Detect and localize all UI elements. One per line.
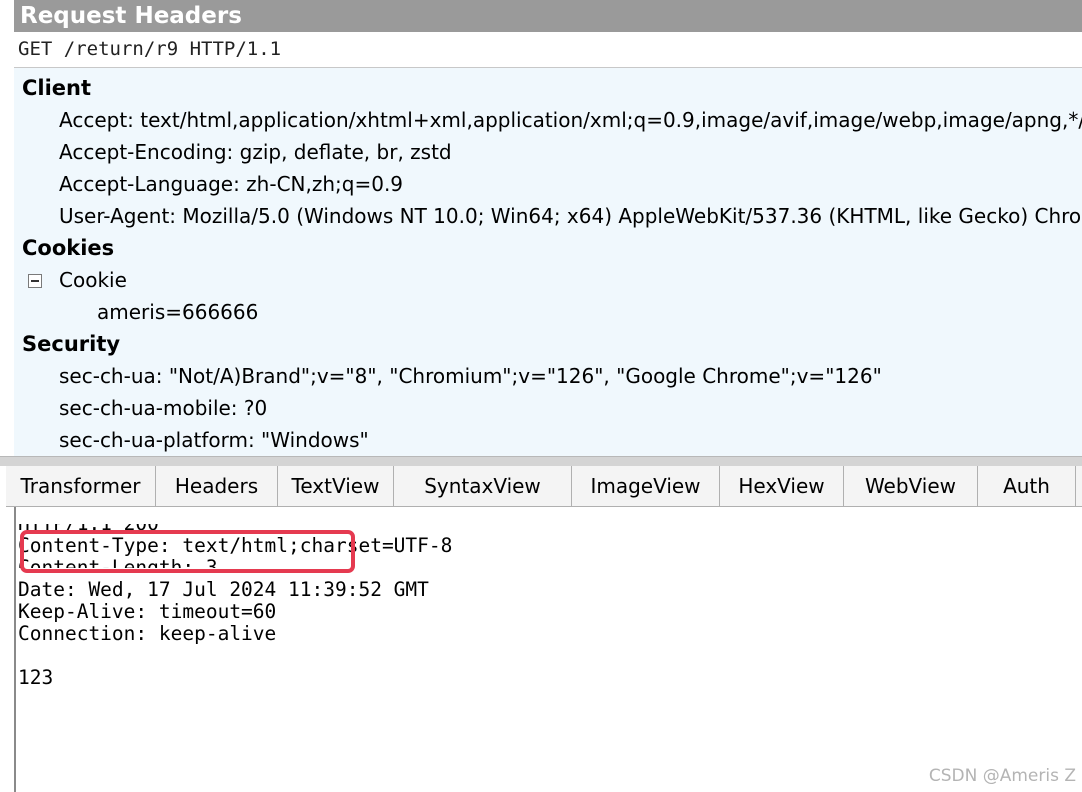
header-accept[interactable]: Accept: text/html,application/xhtml+xml,…	[59, 104, 1082, 136]
clipped-line-mask	[16, 513, 276, 524]
section-cookies[interactable]: Cookies	[22, 232, 114, 264]
request-headers-title: Request Headers	[14, 0, 1082, 32]
cookie-value[interactable]: ameris=666666	[97, 296, 258, 328]
response-connection: Connection: keep-alive	[18, 622, 277, 645]
response-date: Date: Wed, 17 Jul 2024 11:39:52 GMT	[18, 578, 429, 601]
header-user-agent[interactable]: User-Agent: Mozilla/5.0 (Windows NT 10.0…	[59, 200, 1082, 232]
panel-splitter[interactable]	[0, 456, 1082, 466]
section-security[interactable]: Security	[22, 328, 120, 360]
watermark: CSDN @Ameris Z	[928, 766, 1076, 786]
response-body: 123	[18, 666, 54, 689]
header-sec-ch-ua-platform[interactable]: sec-ch-ua-platform: "Windows"	[59, 424, 369, 456]
section-client[interactable]: Client	[22, 72, 91, 104]
tab-headers[interactable]: Headers	[156, 466, 278, 506]
tab-webview[interactable]: WebView	[844, 466, 978, 506]
request-headers-tree: Client Accept: text/html,application/xht…	[14, 68, 1082, 456]
request-line: GET /return/r9 HTTP/1.1	[14, 32, 1082, 68]
tab-auth[interactable]: Auth	[978, 466, 1076, 506]
response-tab-bar: Transformer Headers TextView SyntaxView …	[6, 466, 1082, 507]
cookie-node[interactable]: Cookie	[59, 264, 127, 296]
header-accept-encoding[interactable]: Accept-Encoding: gzip, deflate, br, zstd	[59, 136, 452, 168]
response-keep-alive: Keep-Alive: timeout=60	[18, 600, 277, 623]
header-sec-ch-ua[interactable]: sec-ch-ua: "Not/A)Brand";v="8", "Chromiu…	[59, 360, 882, 392]
tab-syntaxview[interactable]: SyntaxView	[394, 466, 572, 506]
annotation-highlight-box	[20, 530, 355, 573]
collapse-toggle-icon[interactable]	[28, 274, 42, 288]
response-text-view[interactable]: HTTP/1.1 200 Content-Type: text/html;cha…	[14, 507, 1082, 792]
header-accept-language[interactable]: Accept-Language: zh-CN,zh;q=0.9	[59, 168, 403, 200]
tab-transformer[interactable]: Transformer	[6, 466, 156, 506]
header-sec-ch-ua-mobile[interactable]: sec-ch-ua-mobile: ?0	[59, 392, 267, 424]
tab-imageview[interactable]: ImageView	[572, 466, 720, 506]
tab-hexview[interactable]: HexView	[720, 466, 844, 506]
tab-textview[interactable]: TextView	[278, 466, 394, 506]
